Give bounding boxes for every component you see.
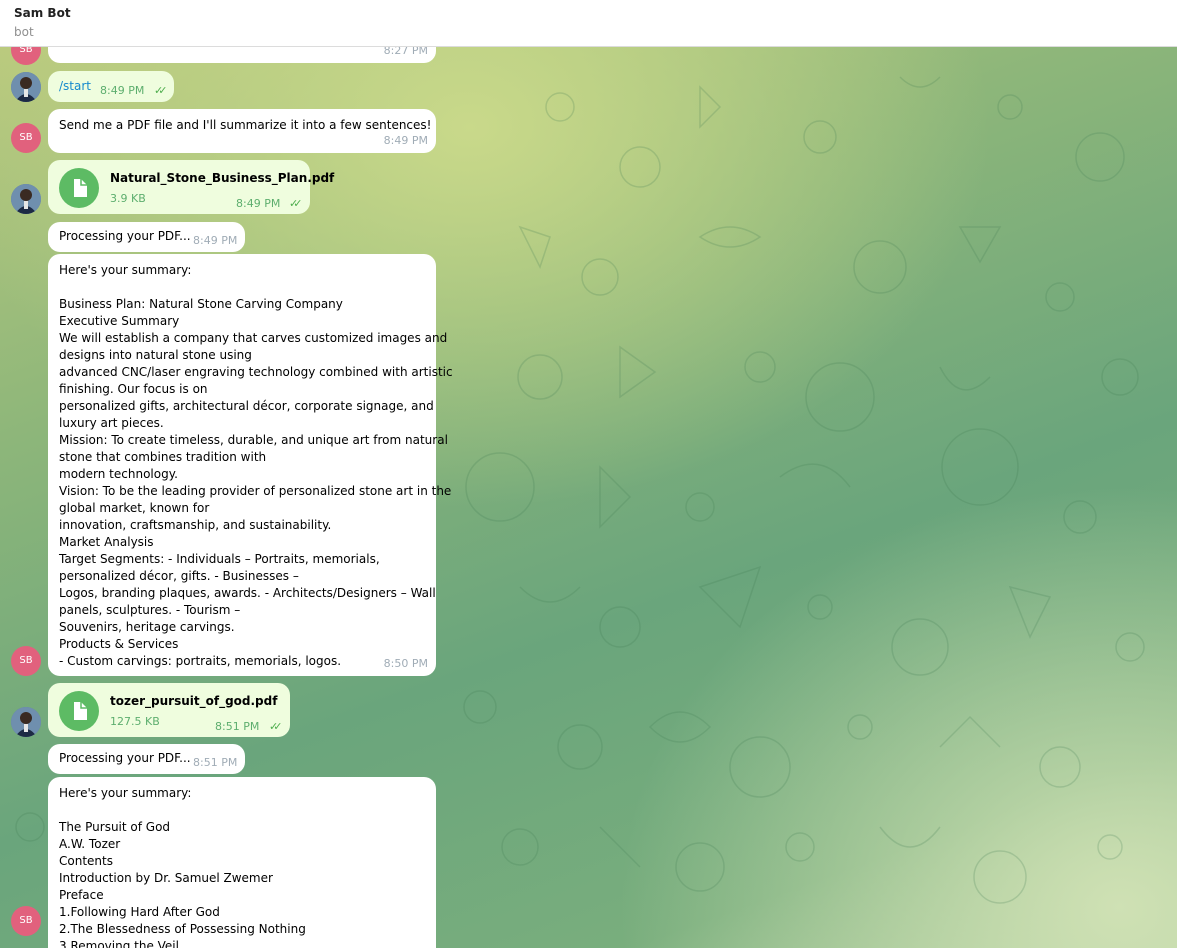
message-line [59,802,306,819]
file-message[interactable]: tozer_pursuit_of_god.pdf 127.5 KB 8:51 P… [48,683,290,737]
message-line: Souvenirs, heritage carvings. [59,620,235,634]
file-icon[interactable] [59,691,99,731]
message-text: Here's your summary: The Pursuit of God A… [59,785,306,948]
double-check-icon: ✓✓ [269,720,283,733]
message-line: stone that combines tradition with [59,450,267,464]
message-line: The Pursuit of God [59,820,171,834]
summary-message[interactable]: Here's your summary: The Pursuit of God A… [48,777,436,948]
message-line: Target Segments: - Individuals – Portrai… [59,552,380,566]
file-size: 127.5 KB [110,715,160,728]
message-line: designs into natural stone using [59,348,252,362]
message-bubble[interactable]: Send me a PDF file and I'll summarize it… [48,109,436,153]
message-text: Processing your PDF... [59,229,191,243]
message-line: A.W. Tozer [59,837,121,851]
message-time: 8:49 PM [236,197,281,210]
message-line: We will establish a company that carves … [59,331,448,345]
message-line: Vision: To be the leading provider of pe… [59,484,452,498]
message-line: Contents [59,854,113,868]
message-line: Here's your summary: [59,263,192,277]
message-line: finishing. Our focus is on [59,382,208,396]
message-line: Products & Services [59,637,179,651]
message-line: modern technology. [59,467,178,481]
message-line: Executive Summary [59,314,180,328]
message-bubble[interactable]: Processing your PDF... 8:51 PM [48,744,245,774]
message-text: Processing your PDF... [59,751,191,765]
message-time: 8:51 PM [215,720,260,733]
message-line: luxury art pieces. [59,416,164,430]
message-time: 8:49 PM [100,84,145,97]
message-line: 2.The Blessedness of Possessing Nothing [59,922,306,936]
message-time: 8:50 PM [383,657,428,670]
file-message[interactable]: Natural_Stone_Business_Plan.pdf 3.9 KB 8… [48,160,334,214]
message-time: 8:49 PM [193,234,238,247]
message-list[interactable]: SB 8:27 PM /start 8:49 PM ✓✓ SB Send me … [0,47,1177,948]
message-line: advanced CNC/laser engraving technology … [59,365,453,379]
double-check-icon: ✓✓ [289,197,303,210]
message-line: 3.Removing the Veil [59,939,179,948]
message-line: Logos, branding plaques, awards. - Archi… [59,586,436,600]
file-icon[interactable] [59,168,99,208]
message-line: Introduction by Dr. Samuel Zwemer [59,871,273,885]
message-line: Preface [59,888,104,902]
user-photo [11,72,41,102]
double-check-icon: ✓✓ [154,84,168,97]
message-text: Send me a PDF file and I'll summarize it… [59,118,432,132]
chat-header[interactable]: Sam Bot bot [0,0,1177,47]
bot-avatar[interactable]: SB [11,646,41,676]
message-line: global market, known for [59,501,210,515]
chat-title[interactable]: Sam Bot [14,6,71,20]
message-bubble[interactable]: /start 8:49 PM ✓✓ [48,71,174,102]
user-photo [11,184,41,214]
message-time: 8:49 PM [383,134,428,147]
message-text: Here's your summary: Business Plan: Natu… [59,262,453,670]
user-avatar[interactable] [11,72,41,102]
message-time: 8:51 PM [193,756,238,769]
message-line: panels, sculptures. - Tourism – [59,603,241,617]
message-time: 8:27 PM [383,47,428,57]
chat-status: bot [14,25,34,39]
command-link[interactable]: /start [59,78,91,95]
bot-avatar[interactable]: SB [11,123,41,153]
message-line: innovation, craftsmanship, and sustainab… [59,518,332,532]
user-photo [11,707,41,737]
message-line: Market Analysis [59,535,154,549]
message-bubble[interactable]: 8:27 PM [48,47,436,63]
file-name[interactable]: Natural_Stone_Business_Plan.pdf [110,170,334,187]
message-line: Mission: To create timeless, durable, an… [59,433,448,447]
user-avatar[interactable] [11,184,41,214]
message-line: personalized gifts, architectural décor,… [59,399,434,413]
message-line: 1.Following Hard After God [59,905,220,919]
file-name[interactable]: tozer_pursuit_of_god.pdf [110,693,277,710]
message-line: Here's your summary: [59,786,192,800]
file-size: 3.9 KB [110,192,146,205]
message-bubble[interactable]: Processing your PDF... 8:49 PM [48,222,245,252]
user-avatar[interactable] [11,707,41,737]
summary-message[interactable]: Here's your summary: Business Plan: Natu… [48,254,453,676]
message-line: Business Plan: Natural Stone Carving Com… [59,297,343,311]
message-line [59,279,453,296]
message-line: personalized décor, gifts. - Businesses … [59,569,299,583]
bot-avatar[interactable]: SB [11,906,41,936]
